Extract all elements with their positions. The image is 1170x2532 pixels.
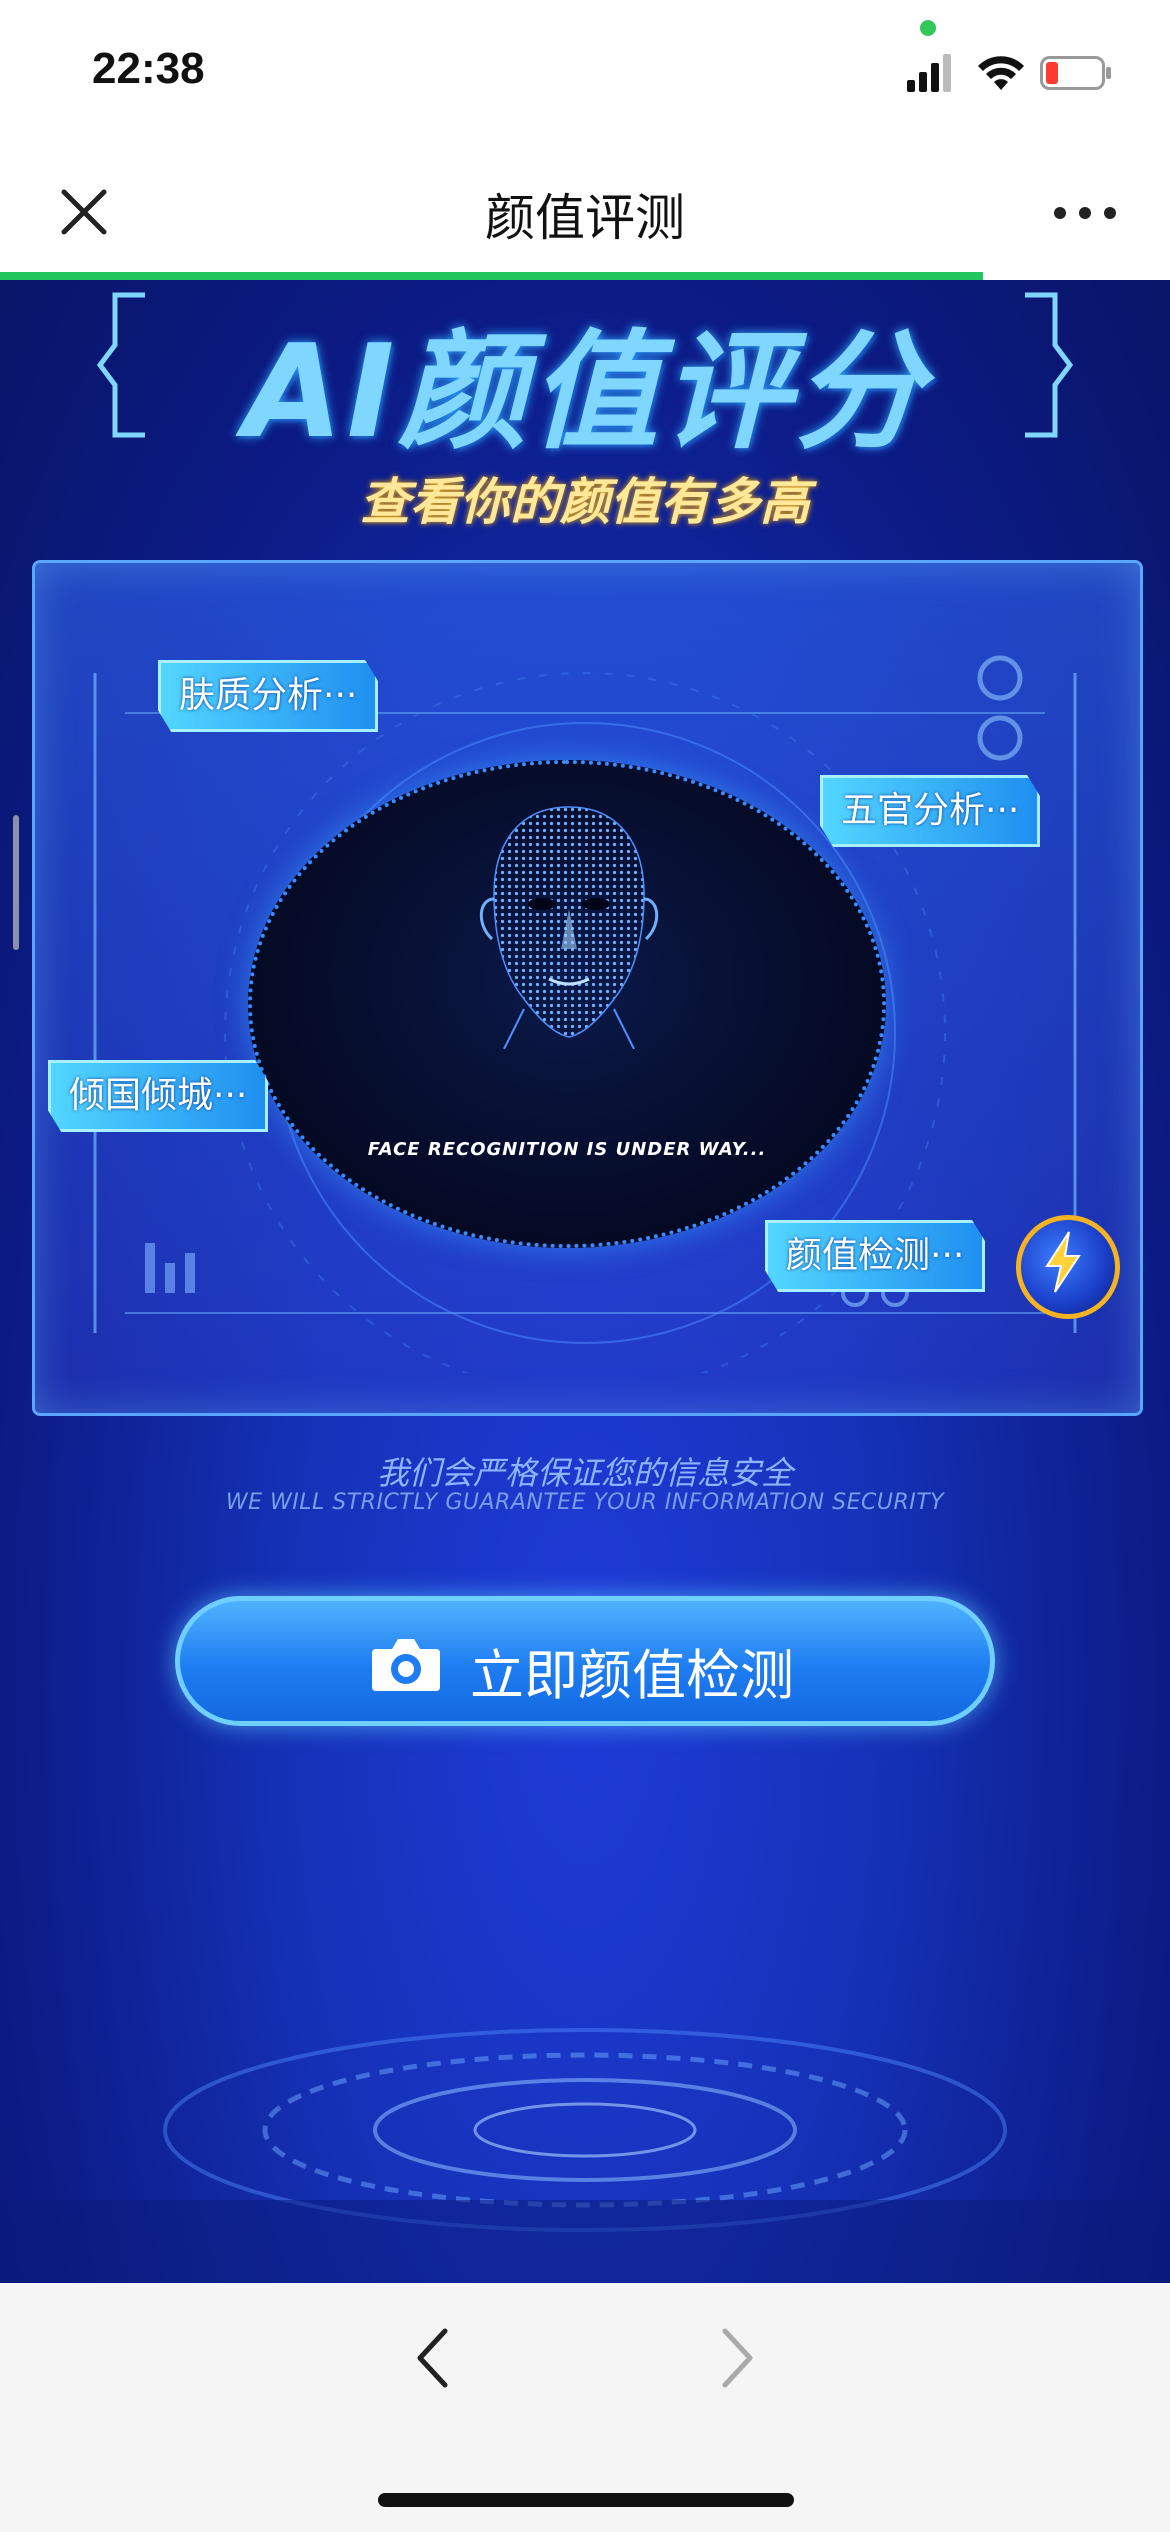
lightning-logo-icon	[1045, 1231, 1081, 1293]
face-scan-viewport: FACE RECOGNITION IS UNDER WAY...	[248, 760, 886, 1248]
start-detection-label: 立即颜值检测	[470, 1644, 794, 1707]
tag-beauty-rating: 倾国倾城···	[48, 1060, 269, 1132]
scroll-indicator	[13, 815, 19, 950]
face-wireframe-icon	[479, 806, 659, 1049]
browser-toolbar	[0, 2283, 1170, 2532]
cellular-signal-icon	[907, 54, 951, 92]
title-bracket-right-decoration	[1025, 292, 1074, 438]
mic-indicator-icon	[920, 20, 936, 36]
wifi-icon	[978, 56, 1024, 90]
web-content: AI颜值评分 查看你的颜值有多高 FACE RECOGNITION IS UND…	[0, 280, 1170, 2283]
hero-title: AI颜值评分	[243, 318, 927, 467]
scan-status-caption: FACE RECOGNITION IS UNDER WAY...	[367, 1139, 767, 1160]
camera-icon	[372, 1639, 440, 1691]
hero-subtitle: 查看你的颜值有多高	[360, 473, 810, 531]
navigation-bar: 颜值评测	[0, 140, 1170, 275]
chevron-left-icon[interactable]	[405, 2323, 465, 2393]
security-notice-cn: 我们会严格保证您的信息安全	[376, 1454, 793, 1492]
tech-rings-decoration	[0, 2028, 1170, 2283]
home-indicator[interactable]	[378, 2493, 794, 2507]
page-load-progress-bar	[0, 272, 983, 280]
start-detection-button[interactable]: 立即颜值检测	[175, 1596, 995, 1726]
tag-feature-analysis: 五官分析···	[820, 775, 1041, 847]
battery-icon	[1040, 56, 1111, 90]
status-time: 22:38	[92, 44, 205, 93]
status-bar: 22:38	[0, 0, 1170, 140]
security-notice-en: WE WILL STRICTLY GUARANTEE YOUR INFORMAT…	[225, 1490, 945, 1515]
tag-skin-analysis: 肤质分析···	[158, 660, 379, 732]
tag-beauty-detection: 颜值检测···	[765, 1220, 986, 1292]
chevron-right-icon[interactable]	[705, 2323, 765, 2393]
more-options-icon[interactable]	[1050, 198, 1120, 228]
page-title: 颜值评测	[485, 189, 685, 247]
app-logo-badge[interactable]	[1016, 1215, 1120, 1319]
